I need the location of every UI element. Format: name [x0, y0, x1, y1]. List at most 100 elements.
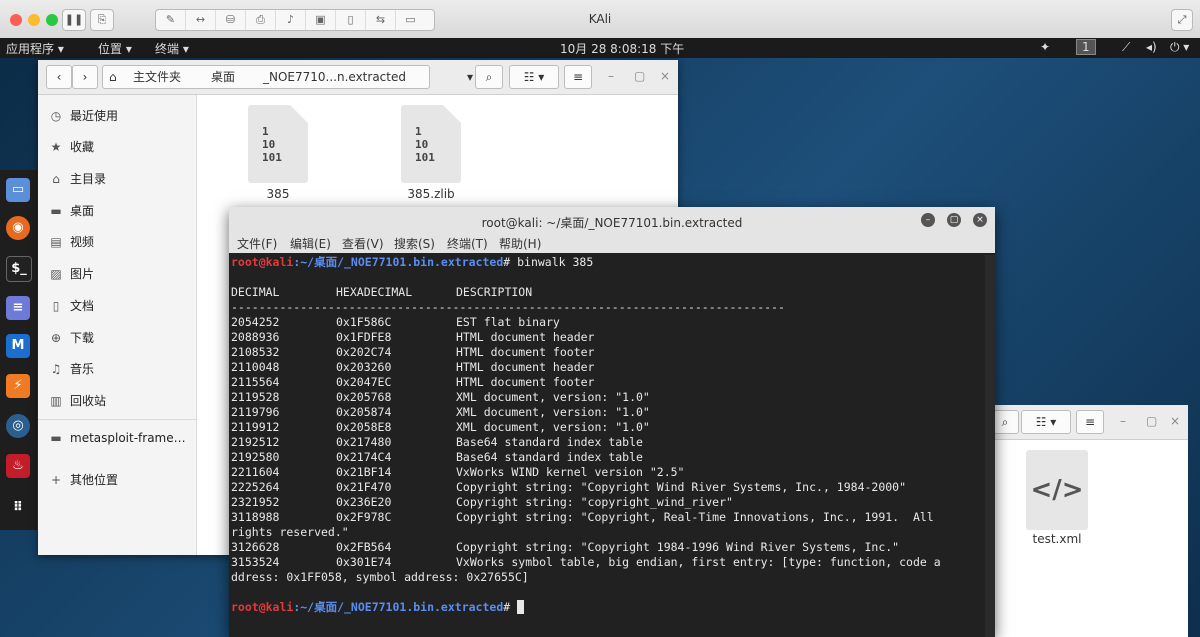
dragon-icon[interactable]: ✦	[1040, 40, 1050, 54]
sidebar-item-other-locations[interactable]: + 其他位置	[48, 471, 118, 491]
table-cell-hex: 0x202C74	[336, 345, 392, 359]
header-hexadecimal: HEXADECIMAL	[336, 285, 413, 299]
sidebar: ◷ 最近使用 ★ 收藏 ⌂ 主目录 ▬ 桌面 ▤ 视频 ▨ 图片 ▯ 文档 ⊕ 下载 ♫ 音乐 ▥…	[38, 95, 197, 555]
sidebar-item-desktop[interactable]: ▬ 桌面	[48, 202, 94, 222]
chevron-down-icon[interactable]: ▾	[467, 66, 473, 88]
table-cell-description: Copyright string: "copyright_wind_river"	[456, 495, 733, 509]
maltego-icon[interactable]: M	[6, 334, 30, 358]
minimize-icon[interactable]: –	[921, 213, 935, 227]
menu-icon[interactable]: ≡	[1076, 410, 1104, 434]
terminal-menu[interactable]: 终端 ▾	[155, 40, 189, 57]
sidebar-item-documents[interactable]: ▯ 文档	[48, 297, 94, 317]
table-cell-description: XML document, version: "1.0"	[456, 420, 650, 434]
search-icon[interactable]: ⌕	[475, 65, 503, 89]
minimize-icon[interactable]: –	[1120, 414, 1126, 428]
menu-view[interactable]: 查看(V)	[342, 235, 384, 252]
close-icon[interactable]: ×	[1170, 414, 1180, 428]
dock: ▭ ◉ $_ ≡ M ⚡ ◎ ♨ ⠿	[0, 170, 37, 530]
network-icon[interactable]: ⟋	[1122, 40, 1130, 55]
table-cell-decimal: 2225264	[231, 480, 280, 494]
file-name-385[interactable]: 385	[238, 187, 318, 201]
path-current[interactable]: _NOE7710...n.extracted	[263, 66, 406, 88]
workspace-indicator[interactable]: 1	[1076, 39, 1096, 55]
home-icon: ⌂	[52, 172, 60, 186]
app-grid-icon[interactable]: ⠿	[6, 496, 30, 520]
table-cell-hex: 0x2174C4	[336, 450, 392, 464]
table-cell-decimal: 2119528	[231, 390, 280, 404]
star-icon: ★	[50, 140, 62, 154]
sidebar-item-starred[interactable]: ★ 收藏	[48, 138, 94, 158]
terminal-titlebar: root@kali: ~/桌面/_NOE77101.bin.extracted …	[229, 207, 995, 236]
file-name-test-xml[interactable]: test.xml	[1017, 532, 1097, 546]
menu-help[interactable]: 帮助(H)	[499, 235, 541, 252]
sidebar-item-music[interactable]: ♫ 音乐	[48, 360, 94, 380]
view-toggle-button[interactable]: ☷ ▾	[509, 65, 559, 89]
close-icon[interactable]: ×	[660, 69, 670, 83]
table-cell-description: Base64 standard index table	[456, 450, 643, 464]
table-cell-hex: 0x301E74	[336, 555, 392, 569]
notes-icon[interactable]: ≡	[6, 296, 30, 320]
sidebar-item-metasploit[interactable]: ▬ metasploit-frame…	[48, 431, 185, 451]
table-cell-description: Base64 standard index table	[456, 435, 643, 449]
search-icon[interactable]: ⌕	[991, 410, 1019, 434]
plus-icon: +	[50, 473, 62, 487]
home-icon[interactable]: ⌂	[109, 66, 117, 88]
firefox-icon[interactable]: ◉	[6, 216, 30, 240]
sidebar-item-home[interactable]: ⌂ 主目录	[48, 170, 106, 190]
file-name-385-zlib[interactable]: 385.zlib	[391, 187, 471, 201]
table-cell-hex: 0x21F470	[336, 480, 392, 494]
binary-file-icon[interactable]: 1 10 101	[248, 105, 308, 183]
sidebar-item-pictures[interactable]: ▨ 图片	[48, 265, 94, 285]
maximize-icon[interactable]: ▢	[634, 69, 645, 83]
table-cell-description: VxWorks WIND kernel version "2.5"	[456, 465, 685, 479]
sidebar-item-trash[interactable]: ▥ 回收站	[48, 392, 106, 412]
desktop-icon: ▬	[50, 204, 62, 218]
maximize-icon[interactable]: ▢	[947, 213, 961, 227]
xml-file-icon[interactable]: </>	[1026, 450, 1088, 530]
menu-search[interactable]: 搜索(S)	[394, 235, 435, 252]
command-line: root@kali:~/桌面/_NOE77101.bin.extracted# …	[231, 255, 594, 269]
burp-icon[interactable]: ⚡	[6, 374, 30, 398]
binary-file-icon[interactable]: 1 10 101	[401, 105, 461, 183]
cherry-icon[interactable]: ♨	[6, 454, 30, 478]
table-cell-description: EST flat binary	[456, 315, 560, 329]
menu-icon[interactable]: ≡	[564, 65, 592, 89]
table-cell-hex: 0x21BF14	[336, 465, 392, 479]
path-desktop[interactable]: 桌面	[211, 66, 235, 88]
forward-button[interactable]: ›	[72, 65, 98, 89]
power-icon[interactable]: ⏻ ▾	[1170, 40, 1189, 55]
path-home[interactable]: 主文件夹	[133, 66, 181, 88]
applications-menu[interactable]: 应用程序 ▾	[6, 40, 64, 57]
maximize-icon[interactable]: ▢	[1146, 414, 1157, 428]
table-row-continuation: rights reserved."	[231, 525, 349, 539]
drive-icon: ▬	[50, 431, 62, 445]
clock[interactable]: 10月 28 8:08:18 下午	[560, 40, 684, 57]
menu-edit[interactable]: 编辑(E)	[290, 235, 331, 252]
sidebar-item-videos[interactable]: ▤ 视频	[48, 233, 94, 253]
image-icon: ▨	[50, 267, 62, 281]
sidebar-item-downloads[interactable]: ⊕ 下载	[48, 329, 94, 349]
divider	[38, 419, 196, 420]
music-icon: ♫	[50, 362, 62, 376]
table-cell-description: Copyright string: "Copyright, Real-Time …	[456, 510, 934, 524]
scrollbar[interactable]	[985, 255, 995, 637]
document-icon: ▯	[52, 299, 60, 313]
table-cell-decimal: 2321952	[231, 495, 280, 509]
files-icon[interactable]: ▭	[6, 178, 30, 202]
terminal-icon[interactable]: $_	[6, 256, 32, 282]
menu-file[interactable]: 文件(F)	[237, 235, 277, 252]
sidebar-item-recent[interactable]: ◷ 最近使用	[48, 107, 118, 127]
table-cell-hex: 0x217480	[336, 435, 392, 449]
close-icon[interactable]: ×	[973, 213, 987, 227]
back-button[interactable]: ‹	[46, 65, 72, 89]
places-menu[interactable]: 位置 ▾	[98, 40, 132, 57]
view-toggle-button[interactable]: ☷ ▾	[1021, 410, 1071, 434]
minimize-icon[interactable]: –	[608, 69, 614, 83]
eye-icon[interactable]: ◎	[6, 414, 30, 438]
table-cell-decimal: 2192512	[231, 435, 280, 449]
volume-icon[interactable]: ◂)	[1146, 40, 1157, 54]
menu-terminal[interactable]: 终端(T)	[447, 235, 488, 252]
table-cell-description: XML document, version: "1.0"	[456, 390, 650, 404]
download-icon: ⊕	[50, 331, 62, 345]
terminal-output[interactable]: root@kali:~/桌面/_NOE77101.bin.extracted# …	[231, 255, 983, 635]
